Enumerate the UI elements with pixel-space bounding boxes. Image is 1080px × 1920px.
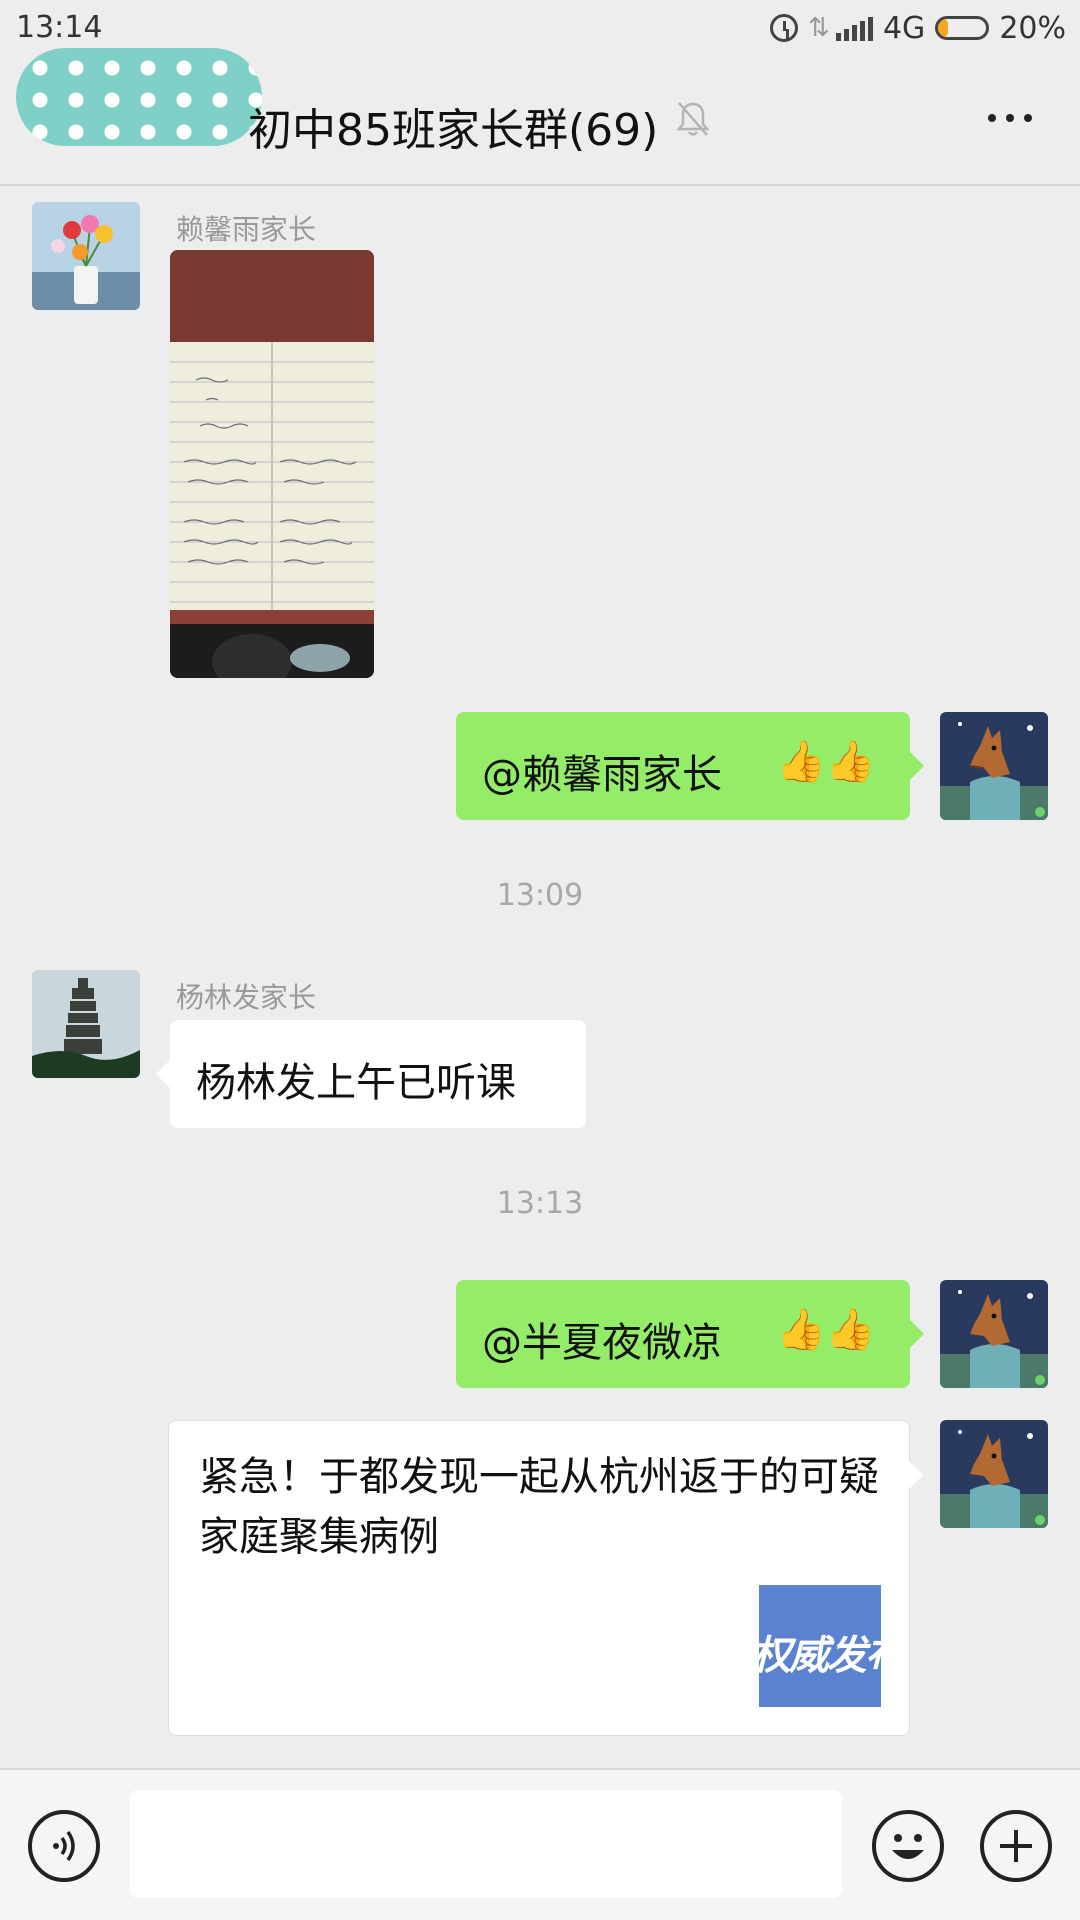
input-bar <box>0 1768 1080 1920</box>
timestamp: 13:09 <box>496 878 584 913</box>
alarm-icon <box>770 14 799 42</box>
more-icon[interactable] <box>988 114 1032 122</box>
battery-icon <box>935 16 990 40</box>
my-message-bubble[interactable]: @赖馨雨家长 👍👍 <box>456 712 924 820</box>
message-text: 杨林发上午已听课 <box>196 1060 516 1106</box>
back-icon[interactable] <box>16 48 262 146</box>
incoming-message-bubble[interactable]: 杨林发上午已听课 <box>156 1020 586 1128</box>
message-text: @半夏夜微凉 <box>482 1320 722 1366</box>
link-card-message[interactable]: 紧急！于都发现一起从杭州返于的可疑家庭聚集病例 权威发布 <box>168 1420 923 1736</box>
sender-name: 杨林发家长 <box>176 981 317 1014</box>
chat-header: 初中85班家长群(69) <box>0 48 1080 186</box>
signal-icon <box>835 15 873 41</box>
my-message-bubble[interactable]: @半夏夜微凉 👍👍 <box>456 1280 924 1388</box>
battery-percent: 20% <box>999 10 1066 46</box>
timestamp: 13:13 <box>496 1186 584 1221</box>
emoji-icon[interactable] <box>872 1810 944 1882</box>
battery-level <box>938 19 948 37</box>
avatar-lai-xinyu[interactable] <box>32 202 140 310</box>
message-text: @赖馨雨家长 <box>482 752 722 798</box>
voice-icon[interactable] <box>28 1810 100 1882</box>
link-card-title: 紧急！于都发现一起从杭州返于的可疑家庭聚集病例 <box>199 1454 879 1560</box>
link-card-thumbnail-text: 权威发布 <box>759 1633 881 1679</box>
handwritten-notebook-photo <box>170 250 374 678</box>
status-icons: ⇅ 4G 20% <box>770 8 1066 48</box>
avatar-yang-linfa[interactable] <box>32 970 140 1078</box>
horse-avatar <box>940 1280 1048 1388</box>
sender-name: 赖馨雨家长 <box>176 213 317 246</box>
data-arrows-icon: ⇅ <box>808 13 830 43</box>
horse-avatar <box>940 712 1048 820</box>
horse-avatar <box>940 1420 1048 1528</box>
my-avatar[interactable] <box>940 712 1048 820</box>
pagoda-avatar <box>32 970 140 1078</box>
image-message[interactable] <box>170 250 374 678</box>
thumbs-up-icon: 👍👍 <box>776 1307 876 1353</box>
plus-icon[interactable] <box>980 1810 1052 1882</box>
message-input[interactable] <box>130 1790 842 1898</box>
link-card-thumbnail: 权威发布 <box>759 1585 881 1707</box>
thumbs-up-icon: 👍👍 <box>776 739 876 785</box>
mute-bell-icon <box>676 102 710 136</box>
chat-title: 初中85班家长群(69) <box>248 105 659 156</box>
flowers-vase-avatar <box>32 202 140 310</box>
status-time: 13:14 <box>16 10 103 45</box>
my-avatar[interactable] <box>940 1280 1048 1388</box>
network-type: 4G <box>882 10 926 46</box>
my-avatar[interactable] <box>940 1420 1048 1528</box>
